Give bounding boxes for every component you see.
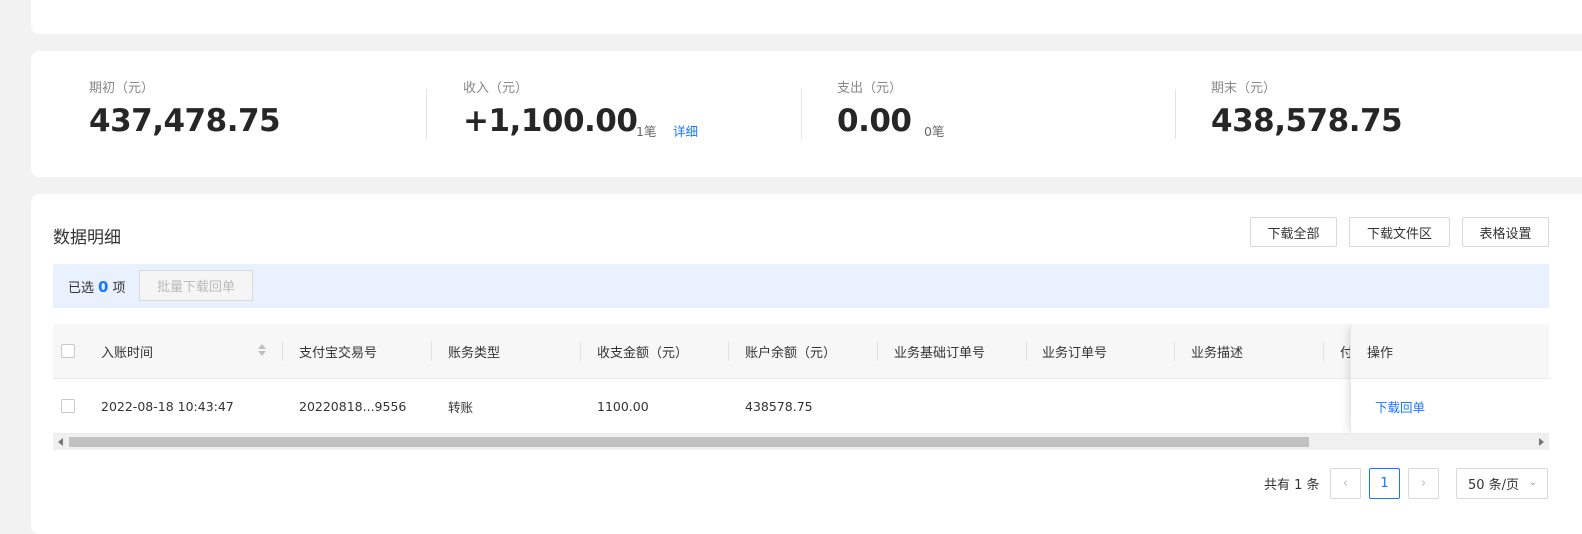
divider bbox=[426, 89, 427, 139]
chevron-down-icon: ⌄ bbox=[1528, 477, 1537, 488]
fixed-action-column: 操作 下载回单 bbox=[1350, 324, 1549, 434]
next-page-button[interactable]: › bbox=[1408, 468, 1439, 499]
col-header-balance: 账户余额（元） bbox=[745, 345, 837, 361]
column-separator bbox=[431, 341, 432, 361]
page-size-select[interactable]: 50 条/页 ⌄ bbox=[1456, 468, 1548, 499]
selection-suffix: 项 bbox=[112, 281, 126, 296]
cell-time: 2022-08-18 10:43:47 bbox=[101, 398, 234, 414]
select-all-checkbox[interactable] bbox=[61, 324, 75, 378]
scroll-thumb[interactable] bbox=[69, 437, 1309, 447]
scroll-right-icon[interactable] bbox=[1539, 438, 1544, 446]
col-header-base-order: 业务基础订单号 bbox=[894, 345, 986, 361]
download-all-button[interactable]: 下载全部 bbox=[1250, 217, 1337, 247]
page-1-button[interactable]: 1 bbox=[1369, 468, 1400, 499]
col-header-time[interactable]: 入账时间 bbox=[101, 324, 153, 378]
download-area-button[interactable]: 下载文件区 bbox=[1349, 217, 1450, 247]
col-header-action: 操作 bbox=[1367, 345, 1394, 361]
data-table: 入账时间 支付宝交易号 账务类型 收支金额（元） 账户余额（元） 业务基础订单号… bbox=[53, 324, 1549, 450]
action-cell: 下载回单 bbox=[1350, 379, 1549, 434]
cell-type: 转账 bbox=[448, 399, 474, 415]
summary-card: 期初（元） 437,478.75 收入（元） +1,100.00 1笔 详细 支… bbox=[31, 51, 1582, 177]
col-header-amount: 收支金额（元） bbox=[597, 345, 689, 361]
column-separator bbox=[1174, 341, 1175, 361]
selection-count: 0 bbox=[98, 278, 109, 296]
column-separator bbox=[877, 341, 878, 361]
col-header-trade-no: 支付宝交易号 bbox=[299, 345, 378, 361]
col-header-desc: 业务描述 bbox=[1191, 345, 1244, 361]
income-label: 收入（元） bbox=[463, 81, 529, 96]
column-separator bbox=[1323, 341, 1324, 361]
pagination-total: 共有 1 条 bbox=[1264, 478, 1320, 493]
table-row: 2022-08-18 10:43:47 20220818...9556 转账 1… bbox=[53, 379, 1549, 434]
opening-label: 期初（元） bbox=[89, 81, 155, 96]
batch-download-button[interactable]: 批量下载回单 bbox=[139, 270, 253, 301]
income-value: +1,100.00 bbox=[463, 103, 638, 139]
opening-value: 437,478.75 bbox=[89, 103, 281, 139]
top-card bbox=[31, 0, 1582, 34]
col-header-type: 账务类型 bbox=[448, 345, 501, 361]
column-separator bbox=[728, 341, 729, 361]
income-count: 1笔 bbox=[636, 124, 657, 139]
horizontal-scrollbar[interactable] bbox=[53, 434, 1549, 450]
action-header-cell: 操作 bbox=[1350, 324, 1549, 379]
column-separator bbox=[1026, 341, 1027, 361]
column-separator bbox=[282, 341, 283, 361]
col-header-order: 业务订单号 bbox=[1042, 345, 1108, 361]
column-separator bbox=[580, 341, 581, 361]
section-title: 数据明细 bbox=[53, 228, 121, 248]
selection-prefix: 已选 bbox=[68, 281, 95, 296]
cell-balance: 438578.75 bbox=[745, 398, 813, 414]
selection-bar: 已选 0 项 批量下载回单 bbox=[53, 264, 1549, 308]
prev-page-button[interactable]: ‹ bbox=[1330, 468, 1361, 499]
divider bbox=[801, 89, 802, 139]
row-checkbox[interactable] bbox=[61, 379, 75, 433]
cell-amount: 1100.00 bbox=[597, 398, 649, 414]
closing-value: 438,578.75 bbox=[1211, 103, 1403, 139]
table-settings-button[interactable]: 表格设置 bbox=[1462, 217, 1549, 247]
sort-icon[interactable] bbox=[257, 344, 267, 358]
cell-trade-no: 20220818...9556 bbox=[299, 398, 407, 414]
detail-card: 数据明细 下载全部 下载文件区 表格设置 已选 0 项 批量下载回单 入账时间 支付… bbox=[31, 194, 1582, 534]
table-header: 入账时间 支付宝交易号 账务类型 收支金额（元） 账户余额（元） 业务基础订单号… bbox=[53, 324, 1549, 379]
divider bbox=[1175, 89, 1176, 139]
income-detail-link[interactable]: 详细 bbox=[673, 121, 698, 140]
expense-value: 0.00 bbox=[837, 103, 912, 139]
closing-label: 期末（元） bbox=[1211, 81, 1277, 96]
scroll-left-icon[interactable] bbox=[58, 438, 63, 446]
expense-label: 支出（元） bbox=[837, 81, 903, 96]
page-size-value: 50 条/页 bbox=[1468, 478, 1520, 493]
expense-count: 0笔 bbox=[924, 124, 945, 139]
download-receipt-link[interactable]: 下载回单 bbox=[1375, 379, 1425, 433]
selection-summary: 已选 0 项 bbox=[68, 277, 125, 296]
